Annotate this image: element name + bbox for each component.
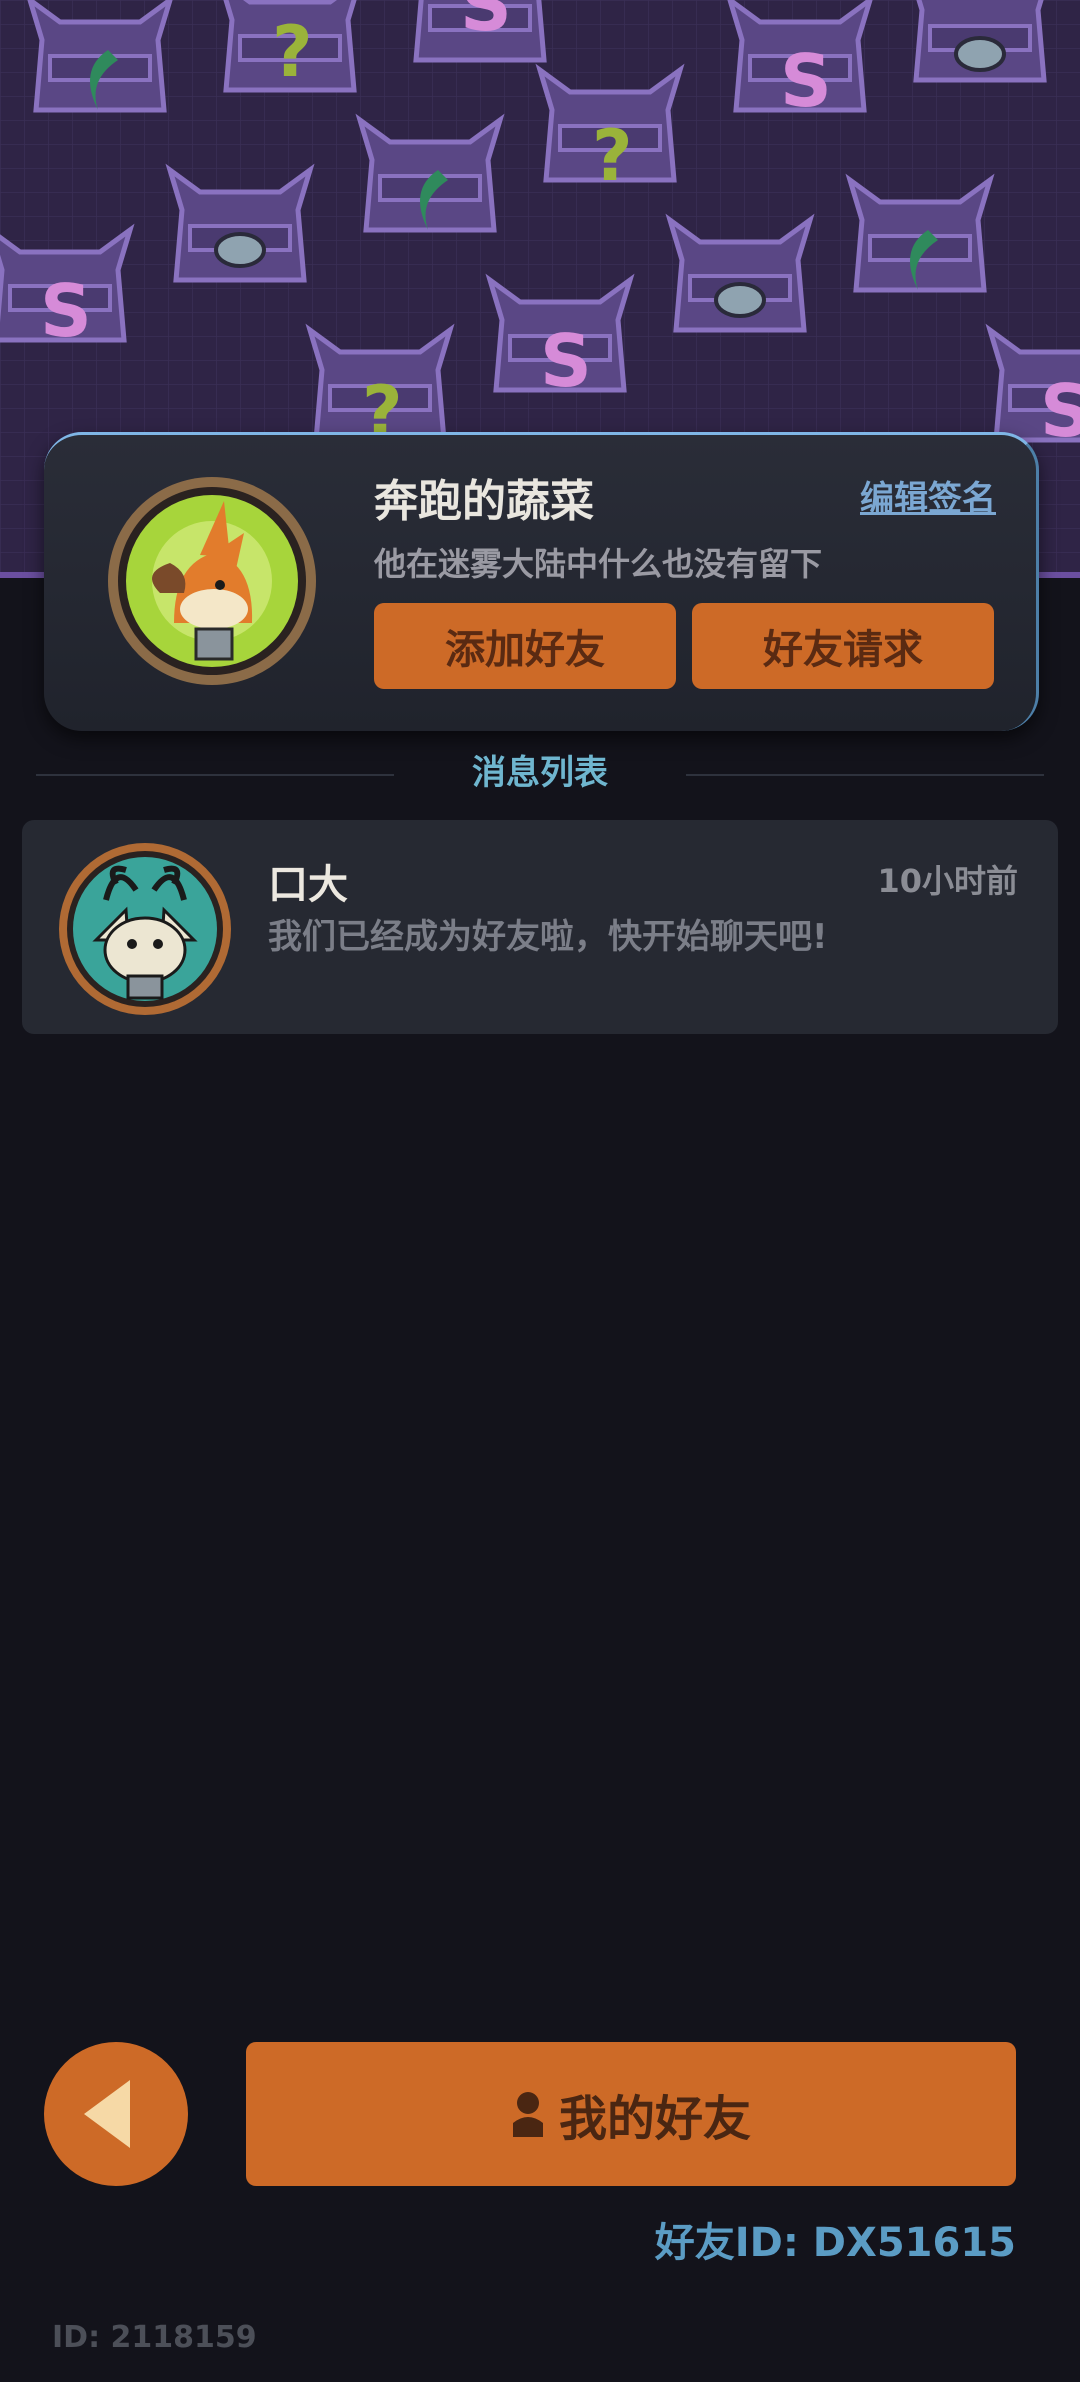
back-arrow-icon	[84, 2080, 130, 2148]
svg-text:S: S	[1040, 369, 1080, 453]
svg-text:S: S	[460, 0, 512, 47]
friend-id-text: 好友ID: DX51615	[654, 2220, 1016, 2266]
svg-text:S: S	[540, 319, 592, 403]
svg-text:S: S	[40, 269, 92, 353]
back-button[interactable]	[44, 2042, 188, 2186]
message-preview: 我们已经成为好友啦，快开始聊天吧!	[268, 917, 828, 957]
user-id-text: ID: 2118159	[52, 2320, 257, 2355]
message-list-title: 消息列表	[472, 753, 608, 793]
edit-signature-link[interactable]: 编辑签名	[860, 471, 996, 520]
svg-text:S: S	[780, 39, 832, 123]
message-list-item[interactable]: 口大 10小时前 我们已经成为好友啦，快开始聊天吧!	[22, 820, 1058, 1034]
profile-signature: 他在迷雾大陆中什么也没有留下	[374, 545, 823, 583]
person-icon	[512, 2092, 543, 2137]
profile-name: 奔跑的蔬菜	[374, 476, 594, 527]
antlered-cat-avatar-icon	[59, 843, 231, 1015]
add-friend-button[interactable]: 添加好友	[374, 603, 676, 689]
friend-request-button[interactable]: 好友请求	[692, 603, 994, 689]
friends-page: ? S S ? S S ? S 奔	[0, 0, 1080, 2382]
profile-card: 奔跑的蔬菜 编辑签名 他在迷雾大陆中什么也没有留下 添加好友 好友请求	[44, 432, 1039, 731]
fox-character-avatar-icon[interactable]	[104, 473, 320, 689]
message-sender-name: 口大	[268, 862, 348, 908]
my-friends-button[interactable]: 我的好友	[246, 2042, 1016, 2186]
svg-text:?: ?	[592, 115, 633, 197]
message-timestamp: 10小时前	[877, 862, 1018, 900]
svg-text:?: ?	[272, 11, 313, 93]
my-friends-label: 我的好友	[558, 2091, 751, 2147]
